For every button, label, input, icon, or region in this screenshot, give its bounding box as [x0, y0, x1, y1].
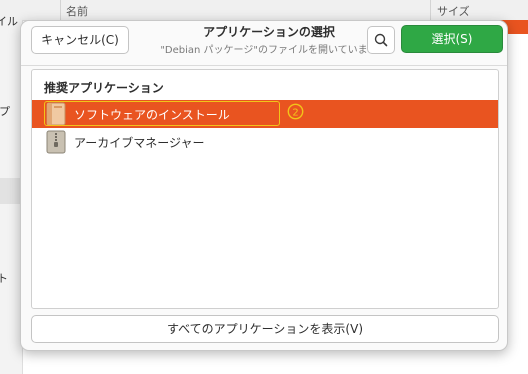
show-all-apps-button[interactable]: すべてのアプリケーションを表示(V) — [31, 315, 499, 343]
app-chooser-dialog: キャンセル(C) アプリケーションの選択 "Debian パッケージ"のファイル… — [20, 20, 508, 351]
sidebar-item-fragment[interactable]: ト — [0, 270, 8, 286]
app-list: 推奨アプリケーション ソフトウェアのインストール 2 アーカイブマネージャー — [31, 69, 499, 309]
column-separator — [430, 0, 431, 20]
search-icon — [374, 33, 388, 47]
column-header-size[interactable]: サイズ — [437, 3, 470, 19]
section-title-recommended: 推奨アプリケーション — [44, 81, 164, 95]
app-row-software-install[interactable]: ソフトウェアのインストール 2 — [32, 100, 498, 128]
dialog-subtitle: "Debian パッケージ"のファイルを開いています — [160, 45, 378, 56]
sidebar-item-files[interactable]: ファイル — [0, 13, 18, 29]
file-list-header: 名前 サイズ — [0, 0, 528, 21]
app-label: ソフトウェアのインストール — [74, 108, 230, 122]
svg-text:2: 2 — [292, 107, 298, 118]
cancel-button[interactable]: キャンセル(C) — [31, 26, 129, 54]
select-button[interactable]: 選択(S) — [401, 25, 503, 53]
dialog-title: アプリケーションの選択 — [203, 25, 335, 39]
app-row-archive-manager[interactable]: アーカイブマネージャー — [32, 128, 498, 156]
sidebar-item-fragment[interactable]: プ — [0, 103, 10, 119]
app-label: アーカイブマネージャー — [74, 136, 205, 150]
dialog-headerbar: キャンセル(C) アプリケーションの選択 "Debian パッケージ"のファイル… — [21, 21, 507, 66]
sidebar-selected-item[interactable] — [0, 178, 22, 204]
search-button[interactable] — [367, 26, 395, 54]
annotation-marker: 2 — [287, 103, 304, 120]
column-separator — [60, 0, 61, 20]
column-header-name[interactable]: 名前 — [66, 3, 88, 19]
archive-manager-icon — [46, 130, 66, 154]
